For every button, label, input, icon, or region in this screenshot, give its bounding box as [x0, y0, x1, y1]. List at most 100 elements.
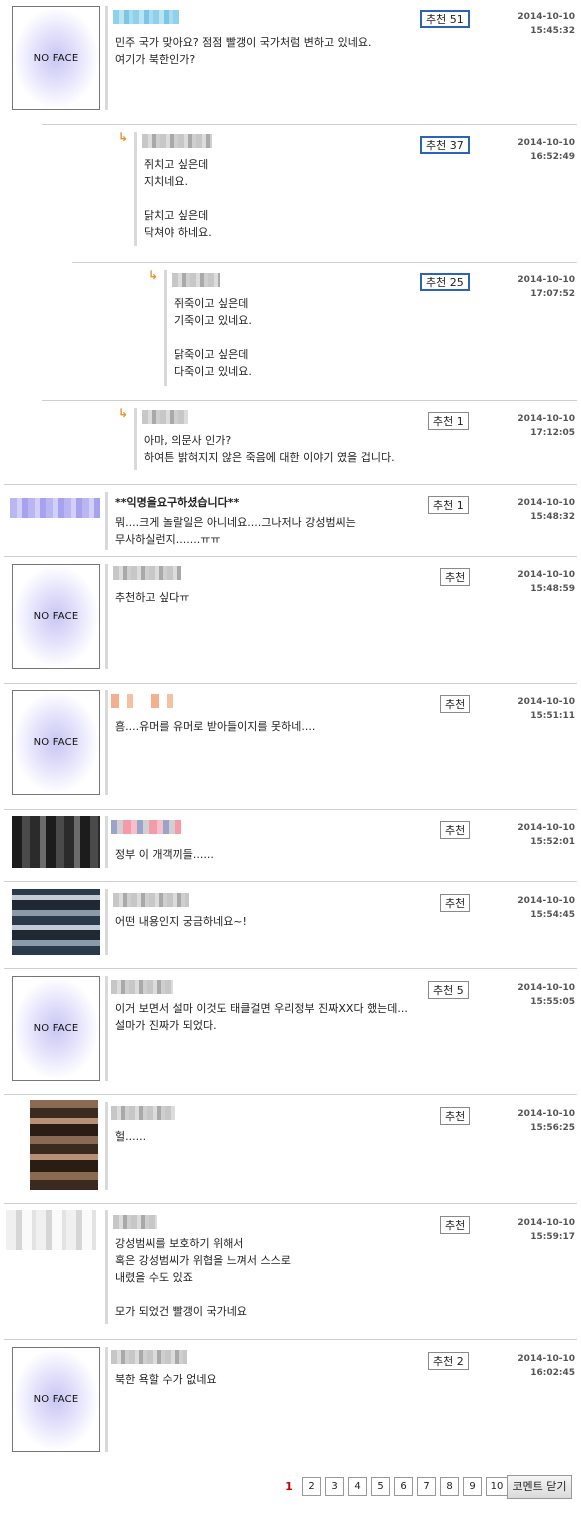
- page-link[interactable]: 4: [348, 1477, 367, 1496]
- nickname[interactable]: [113, 566, 181, 580]
- comment-text: 정부 이 개객끼들......: [115, 848, 214, 861]
- comment-timestamp: 2014-10-10 15:52:01: [517, 821, 575, 849]
- date: 2014-10-10: [517, 896, 575, 906]
- separator: [4, 1339, 577, 1340]
- separator: [4, 881, 577, 882]
- comment-timestamp: 2014-10-10 15:54:45: [517, 894, 575, 922]
- time: 15:45:32: [530, 26, 575, 36]
- comment-timestamp: 2014-10-10 15:56:25: [517, 1107, 575, 1135]
- comment-timestamp: 2014-10-10 17:07:52: [517, 273, 575, 301]
- comment-timestamp: 2014-10-10 15:45:32: [517, 10, 575, 38]
- nickname[interactable]: [142, 410, 188, 424]
- no-face-label: NO FACE: [33, 1394, 79, 1405]
- date: 2014-10-10: [517, 823, 575, 833]
- page-link[interactable]: 5: [371, 1477, 390, 1496]
- nickname[interactable]: [142, 134, 212, 148]
- comment-text: 어떤 내용인지 궁금하네요~!: [115, 915, 247, 928]
- comment-timestamp: 2014-10-10 15:59:17: [517, 1216, 575, 1244]
- recommend-button[interactable]: 추천 25: [420, 273, 470, 291]
- comment-text: 쥐치고 싶은데 지치네요. 닭치고 싶은데 닥쳐야 하네요.: [144, 158, 212, 239]
- reply-arrow-icon: ↳: [118, 130, 129, 144]
- time: 17:12:05: [530, 428, 575, 438]
- recommend-button[interactable]: 추천 51: [420, 10, 470, 28]
- reply-arrow-icon: ↳: [148, 268, 159, 282]
- avatar: [6, 1210, 96, 1250]
- nickname[interactable]: [113, 893, 189, 907]
- divider: [105, 492, 108, 550]
- separator: [4, 968, 577, 969]
- pagination: 1 2 3 4 5 6 7 8 9 10: [280, 1477, 508, 1496]
- reply-arrow-icon: ↳: [118, 406, 129, 420]
- avatar: [10, 498, 100, 518]
- comment-text: 강성범씨를 보호하기 위해서 혹은 강성범씨가 위협을 느껴서 스스로 내렸을 …: [115, 1237, 291, 1318]
- separator: [42, 124, 577, 125]
- page-link[interactable]: 9: [463, 1477, 482, 1496]
- page-link[interactable]: 10: [486, 1477, 508, 1496]
- date: 2014-10-10: [517, 12, 575, 22]
- comment-text: 추천하고 싶다ㅠ: [115, 591, 190, 604]
- time: 15:54:45: [530, 910, 575, 920]
- nickname[interactable]: [111, 980, 173, 994]
- page-current: 1: [285, 1480, 293, 1493]
- date: 2014-10-10: [517, 414, 575, 424]
- page-link[interactable]: 3: [325, 1477, 344, 1496]
- page-link[interactable]: 7: [417, 1477, 436, 1496]
- recommend-button[interactable]: 추천 1: [428, 412, 469, 430]
- nickname[interactable]: [111, 1350, 187, 1364]
- comment-text: 흠....유머를 유머로 받아들이지를 못하네....: [115, 720, 316, 733]
- nickname[interactable]: **익명을요구하셨습니다**: [115, 494, 239, 511]
- recommend-button[interactable]: 추천: [440, 1107, 471, 1125]
- no-face-label: NO FACE: [33, 737, 79, 748]
- comment-timestamp: 2014-10-10 15:51:11: [517, 695, 575, 723]
- divider: [164, 270, 167, 386]
- recommend-button[interactable]: 추천: [440, 894, 471, 912]
- recommend-button[interactable]: 추천: [440, 821, 471, 839]
- recommend-button[interactable]: 추천 37: [420, 136, 470, 154]
- divider: [105, 690, 108, 795]
- separator: [4, 809, 577, 810]
- time: 16:02:45: [530, 1368, 575, 1378]
- recommend-button[interactable]: 추천 2: [428, 1352, 469, 1370]
- separator: [72, 262, 577, 263]
- comment-timestamp: 2014-10-10 15:55:05: [517, 981, 575, 1009]
- comment-text: 아마, 의문사 인가? 하여튼 밝혀지지 않은 죽음에 대한 이야기 였을 겁니…: [144, 434, 395, 464]
- no-face-label: NO FACE: [33, 1023, 79, 1034]
- avatar: NO FACE: [12, 564, 100, 669]
- time: 15:56:25: [530, 1123, 575, 1133]
- page-link[interactable]: 2: [302, 1477, 321, 1496]
- time: 15:51:11: [530, 711, 575, 721]
- divider: [105, 816, 108, 868]
- page-link[interactable]: 6: [394, 1477, 413, 1496]
- time: 17:07:52: [530, 289, 575, 299]
- comment-text: 이거 보면서 설마 이것도 태클걸면 우리정부 진짜XX다 했는데... 설마가…: [115, 1002, 408, 1032]
- nickname[interactable]: [113, 10, 179, 24]
- recommend-button[interactable]: 추천 1: [428, 496, 469, 514]
- nickname[interactable]: [111, 694, 181, 708]
- separator: [4, 1203, 577, 1204]
- separator: [4, 556, 577, 557]
- recommend-button[interactable]: 추천: [440, 1216, 471, 1234]
- page-link[interactable]: 8: [440, 1477, 459, 1496]
- divider: [134, 132, 137, 246]
- avatar: [12, 889, 100, 955]
- comment-text: 뭐....크게 놀랄일은 아니네요....그나저나 강성범씨는 무사하실런지..…: [115, 516, 356, 546]
- nickname[interactable]: [172, 273, 220, 287]
- divider: [105, 1210, 108, 1324]
- divider: [105, 564, 108, 669]
- divider: [105, 976, 108, 1081]
- date: 2014-10-10: [517, 570, 575, 580]
- close-comments-button[interactable]: 코멘트 닫기: [507, 1475, 572, 1499]
- time: 15:48:59: [530, 584, 575, 594]
- date: 2014-10-10: [517, 1218, 575, 1228]
- nickname[interactable]: [113, 1215, 157, 1229]
- recommend-button[interactable]: 추천: [440, 695, 471, 713]
- recommend-button[interactable]: 추천 5: [428, 981, 469, 999]
- no-face-label: NO FACE: [33, 611, 79, 622]
- recommend-button[interactable]: 추천: [440, 568, 471, 586]
- comment-timestamp: 2014-10-10 15:48:32: [517, 496, 575, 524]
- nickname[interactable]: [111, 1106, 175, 1120]
- avatar: NO FACE: [12, 976, 100, 1081]
- date: 2014-10-10: [517, 1354, 575, 1364]
- nickname[interactable]: [111, 820, 181, 834]
- divider: [105, 1347, 108, 1452]
